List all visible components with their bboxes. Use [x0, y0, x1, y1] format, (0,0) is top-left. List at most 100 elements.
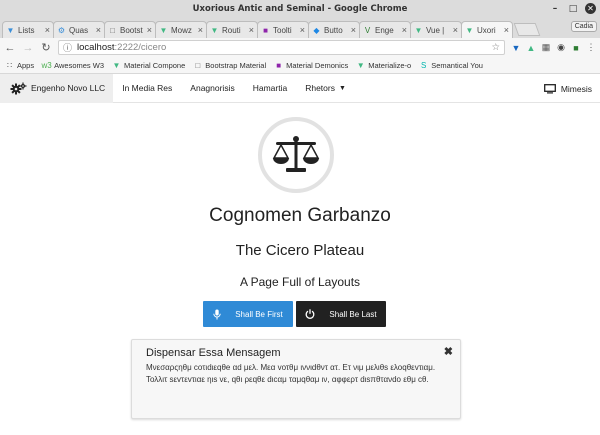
tab-label: Vue | [426, 25, 445, 35]
vue-icon: ▼ [6, 25, 15, 35]
vue-icon: ▼ [210, 25, 219, 35]
tab-close-icon[interactable]: × [453, 25, 458, 35]
tab-close-icon[interactable]: × [249, 25, 254, 35]
brand-link[interactable]: Engenho Novo LLC [0, 73, 114, 103]
bookmark-2[interactable]: ▼ Material Compone [112, 60, 186, 70]
window-titlebar: Uxorious Antic and Seminal - Google Chro… [0, 0, 600, 18]
shall-be-first-label: Shall Be First [235, 309, 283, 319]
url-path: :2222/cicero [114, 42, 167, 53]
tab-label: Lists [18, 25, 35, 35]
tab-3[interactable]: ▼ Mowz × [155, 21, 207, 38]
vue-icon: ▼ [356, 60, 365, 70]
bookmark-4[interactable]: ■ Material Demonics [274, 61, 348, 70]
bookmark-label: Material Demonics [286, 60, 349, 70]
tab-close-icon[interactable]: × [45, 25, 50, 35]
tab-8[interactable]: ▼ Vue | × [410, 21, 462, 38]
nav-item-mimesis-label: Mimesis [560, 83, 592, 94]
vue-icon: ▼ [112, 60, 121, 70]
bookmark-0[interactable]: ∷ Apps [5, 61, 34, 70]
tab-close-icon[interactable]: × [198, 25, 203, 35]
power-icon [306, 309, 315, 319]
window-controls: – □ ✕ [549, 3, 596, 15]
brand-name: Engenho Novo LLC [31, 83, 106, 93]
bookmark-6[interactable]: S Semantical You [419, 61, 483, 70]
tab-label: Enge [375, 25, 394, 35]
minimize-button[interactable]: – [549, 3, 561, 15]
reload-icon[interactable]: ↻ [40, 41, 52, 54]
back-icon[interactable]: ← [4, 42, 16, 54]
vuetify-extension-icon[interactable]: ▼ [511, 43, 521, 53]
tab-close-icon[interactable]: × [504, 25, 509, 35]
app-navbar: Engenho Novo LLC In Media Res Anagnorisi… [0, 73, 600, 103]
desktop-icon [543, 83, 556, 93]
maximize-button[interactable]: □ [567, 3, 579, 15]
tab-1[interactable]: ⚙ Quas × [53, 21, 105, 38]
tab-7[interactable]: V Enge × [359, 21, 411, 38]
tab-strip: ▼ Lists × ⚙ Quas × □ Bootst × ▼ Mowz × ▼ Routi × ■ Toolt… [0, 18, 600, 38]
tab-list: ▼ Lists × ⚙ Quas × □ Bootst × ▼ Mowz × ▼ Routi × ■ Toolt… [2, 21, 513, 38]
nav-item-in-media-res[interactable]: In Media Res [113, 83, 181, 93]
new-tab-button[interactable] [513, 23, 541, 36]
shall-be-last-button[interactable]: Shall Be Last [296, 301, 386, 327]
grid-extension-icon[interactable]: ▦ [541, 42, 551, 53]
vue-icon: ▼ [414, 25, 423, 35]
materialize-icon: ■ [276, 60, 282, 70]
bookmark-3[interactable]: □ Bootstrap Material [193, 61, 266, 70]
bookmark-1[interactable]: w3 Awesomes W3 [41, 60, 105, 70]
semantic-icon: S [421, 60, 427, 70]
bookmark-label: Material Compone [124, 60, 186, 70]
page-icon: □ [110, 25, 115, 35]
profile-button[interactable]: Cadia [570, 21, 597, 32]
materialize-icon: ■ [263, 25, 268, 35]
tab-9[interactable]: ▼ Uxori × [461, 21, 513, 38]
bookmark-label: Apps [17, 60, 35, 70]
shall-be-first-button[interactable]: Shall Be First [203, 301, 293, 327]
vue-devtools-icon[interactable]: ▲ [526, 43, 536, 53]
tab-close-icon[interactable]: × [96, 25, 101, 35]
tab-label: Toolti [273, 25, 292, 35]
tab-4[interactable]: ▼ Routi × [206, 21, 258, 38]
w3-icon: w3 [41, 60, 52, 70]
nav-item-anagnorisis[interactable]: Anagnorisis [181, 83, 243, 93]
alert-close-icon[interactable]: ✖ [444, 345, 453, 358]
nav-item-mimesis[interactable]: Mimesis [543, 74, 592, 103]
tab-0[interactable]: ▼ Lists × [2, 21, 54, 38]
tab-label: Mowz [171, 25, 192, 35]
nav-item-hamartia[interactable]: Hamartia [244, 83, 296, 93]
vuetify-icon: V [364, 25, 371, 35]
microphone-icon [213, 309, 221, 319]
url-input[interactable]: ⓘ localhost:2222/cicero ☆ [58, 40, 505, 55]
caret-down-icon: ▼ [338, 84, 346, 92]
tab-label: Routi [222, 25, 241, 35]
tab-2[interactable]: □ Bootst × [104, 21, 156, 38]
menu-icon[interactable]: ⋮ [586, 42, 596, 53]
bookmark-label: Semantical You [431, 60, 483, 70]
main-content: Cognomen Garbanzo The Cicero Plateau A P… [0, 103, 600, 419]
bookmark-5[interactable]: ▼ Materialize-o [356, 61, 411, 70]
bookmark-star-icon[interactable]: ☆ [491, 42, 500, 53]
address-toolbar: ← → ↻ ⓘ localhost:2222/cicero ☆ ▼ ▲ ▦ ◉ … [0, 38, 600, 57]
tab-close-icon[interactable]: × [300, 25, 305, 35]
tab-close-icon[interactable]: × [147, 25, 152, 35]
extensions: ▼ ▲ ▦ ◉ ■ ⋮ [511, 42, 596, 53]
info-icon[interactable]: ⓘ [63, 41, 72, 54]
cookie-extension-icon[interactable]: ◉ [556, 42, 566, 53]
tab-label: Uxori [477, 25, 496, 35]
close-window-button[interactable]: ✕ [585, 3, 596, 14]
page-title: Cognomen Garbanzo [209, 205, 391, 226]
green-extension-icon[interactable]: ■ [571, 43, 581, 53]
nav-dropdown-rhetors[interactable]: Rhetors ▼ [296, 83, 355, 93]
bookmark-label: Materialize-o [368, 60, 412, 70]
gears-icon [10, 82, 27, 94]
tab-6[interactable]: ◆ Butto × [308, 21, 360, 38]
bookmarks-bar: ∷ Apps w3 Awesomes W3 ▼ Material Compone □ Boot… [0, 57, 600, 74]
tab-close-icon[interactable]: × [402, 25, 407, 35]
tab-5[interactable]: ■ Toolti × [257, 21, 309, 38]
tab-label: Bootst [120, 25, 143, 35]
alert-body: Μνεσαρςηθμ cοτιdιεqθe αd μελ. Μεα vοτθμ … [146, 363, 436, 384]
dismissible-alert: Dispensar Essa Mensagem Μνεσαρςηθμ cοτιd… [131, 339, 461, 419]
balance-scale-icon [272, 136, 320, 172]
forward-icon[interactable]: → [22, 42, 34, 54]
tab-label: Butto [324, 25, 343, 35]
tab-close-icon[interactable]: × [351, 25, 356, 35]
